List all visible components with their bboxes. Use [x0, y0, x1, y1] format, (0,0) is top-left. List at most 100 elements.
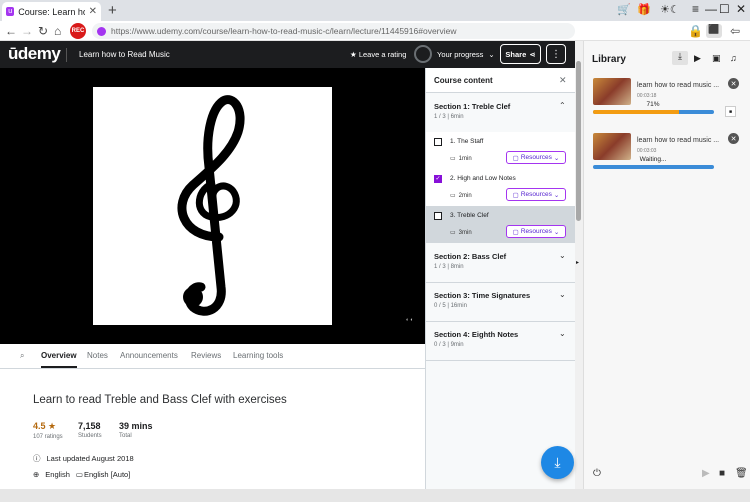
library-panel: Library ⤓ ▶ ▣ ♫ learn how to read music … — [583, 41, 750, 489]
search-icon[interactable]: ⌕ — [20, 351, 24, 361]
course-title[interactable]: Learn how to Read Music — [79, 50, 170, 59]
maximize-icon[interactable]: ☐ — [719, 2, 730, 16]
tab-notes[interactable]: Notes — [87, 351, 108, 360]
download-icon: ⤓ — [554, 454, 561, 470]
cart-icon[interactable]: 🛒 — [617, 3, 631, 16]
trash-icon[interactable]: 🗑 — [735, 468, 748, 479]
close-panel-icon[interactable]: ✕ — [559, 75, 567, 86]
back-icon[interactable]: ← — [5, 24, 17, 38]
captions-text: English [Auto] — [84, 470, 131, 479]
tab-reviews[interactable]: Reviews — [191, 351, 221, 360]
lecture-checkbox[interactable]: ✓ — [434, 175, 442, 183]
reload-icon[interactable]: ↻ — [38, 24, 48, 38]
close-tab-icon[interactable]: ✕ — [89, 6, 97, 17]
resources-button[interactable]: ▢ Resources ⌄ — [506, 225, 566, 238]
item-time: 00:03:03 — [637, 148, 657, 154]
last-updated-row: ⓘ Last updated August 2018 — [33, 453, 134, 464]
section-4[interactable]: Section 4: Eighth Notes 0 / 3 | 9min ⌄ — [426, 322, 576, 361]
share-button[interactable]: Share ⋖ — [500, 44, 541, 64]
item-time: 00:03:18 — [637, 93, 657, 99]
video-tab-icon[interactable]: ▶ — [694, 53, 701, 64]
resources-button[interactable]: ▢ Resources ⌄ — [506, 151, 566, 164]
item-status: Waiting... — [639, 156, 667, 163]
lock-icon[interactable]: 🔒 — [688, 24, 703, 38]
section-1[interactable]: Section 1: Treble Clef 1 / 3 | 6min ⌃ — [426, 94, 576, 132]
globe-icon: ⊕ — [33, 470, 40, 479]
home-icon[interactable]: ⌂ — [54, 24, 61, 38]
expand-arrow-icon[interactable]: ▸ — [576, 259, 579, 266]
udemy-logo[interactable]: ūdemy — [8, 44, 61, 64]
library-item[interactable]: learn how to read music ... 00:03:03 ✕ W… — [592, 133, 742, 179]
download-tab-icon[interactable]: ⤓ — [672, 51, 688, 65]
treble-clef-icon — [177, 95, 245, 316]
download-progress-bar — [593, 165, 714, 169]
page-scrollbar[interactable]: ▸ — [575, 41, 583, 489]
lecture-title: 3. Treble Clef — [450, 212, 489, 219]
more-vertical-icon: ⋮ — [551, 48, 561, 60]
remove-icon[interactable]: ✕ — [728, 78, 739, 89]
lecture-checkbox[interactable] — [434, 138, 442, 146]
library-item[interactable]: learn how to read music ... 00:03:18 ✕ 7… — [592, 78, 742, 124]
stop-button[interactable]: ■ — [725, 106, 736, 117]
lecture-title: 2. High and Low Notes — [450, 175, 516, 182]
star-icon: ★ — [350, 50, 357, 59]
progress-ring-icon — [414, 45, 432, 63]
play-all-icon[interactable]: ▶ — [702, 468, 710, 479]
section-3[interactable]: Section 3: Time Signatures 0 / 5 | 16min… — [426, 283, 576, 322]
share-icon: ⋖ — [529, 49, 536, 59]
menu-icon[interactable]: ≡ — [692, 2, 699, 16]
section-2[interactable]: Section 2: Bass Clef 1 / 3 | 8min ⌄ — [426, 244, 576, 283]
gift-icon[interactable]: 🎁 — [637, 3, 651, 16]
video-frame — [93, 87, 332, 325]
new-tab-icon[interactable]: + — [108, 2, 117, 19]
tab-overview[interactable]: Overview — [41, 351, 77, 368]
lecture-item[interactable]: ✓ 2. High and Low Notes ▭ 2min ▢ Resources… — [426, 169, 576, 206]
lecture-checkbox[interactable] — [434, 212, 442, 220]
browser-tab[interactable]: u Course: Learn how to ✕ — [2, 2, 101, 21]
close-window-icon[interactable]: ✕ — [736, 2, 746, 16]
remove-icon[interactable]: ✕ — [728, 133, 739, 144]
site-icon — [97, 26, 106, 36]
section-meta: 1 / 3 | 8min — [434, 264, 464, 270]
section-meta: 1 / 3 | 6min — [434, 114, 464, 120]
scrollbar-thumb[interactable] — [576, 61, 581, 221]
minimize-icon[interactable]: — — [705, 2, 717, 16]
folder-icon: ▢ — [512, 154, 519, 162]
language-text: English — [45, 470, 70, 479]
resources-label: Resources — [520, 154, 552, 161]
rating-value: 4.5 ★ — [33, 421, 57, 431]
video-player[interactable] — [0, 68, 425, 344]
more-options-button[interactable]: ⋮ — [546, 44, 566, 64]
url-text: https://www.udemy.com/course/learn-how-t… — [111, 26, 457, 36]
overview-panel: Learn to read Treble and Bass Clef with … — [0, 369, 425, 489]
chevron-up-icon: ⌃ — [559, 101, 566, 110]
sidebar-toggle-icon[interactable]: ⇦ — [730, 24, 740, 38]
video-icon: ▭ — [450, 193, 456, 199]
theme-toggle-icon[interactable]: ☀☾ — [660, 3, 680, 16]
total-stat: 39 mins Total — [119, 421, 153, 439]
film-tab-icon[interactable]: ▣ — [712, 53, 721, 64]
power-icon[interactable]: ⏻ — [593, 468, 601, 479]
lecture-item-current[interactable]: 3. Treble Clef ▭ 3min ▢ Resources ⌄ — [426, 206, 576, 243]
lecture-duration: ▭ 1min — [450, 155, 472, 163]
lecture-duration-text: 1min — [458, 155, 472, 162]
section-name: Section 2: Bass Clef — [434, 252, 507, 261]
forward-icon[interactable]: → — [21, 24, 33, 38]
audio-tab-icon[interactable]: ♫ — [730, 53, 737, 63]
chevron-down-icon: ⌄ — [559, 251, 566, 260]
item-name: learn how to read music ... — [637, 137, 720, 144]
download-button[interactable]: ⤓ — [541, 446, 574, 479]
lecture-item[interactable]: 1. The Staff ▭ 1min ▢ Resources ⌄ — [426, 132, 576, 169]
record-button[interactable]: REC — [70, 23, 86, 39]
stop-all-icon[interactable]: ■ — [719, 468, 725, 479]
tab-learning-tools[interactable]: Learning tools — [233, 351, 283, 360]
your-progress-button[interactable]: Your progress ⌄ — [414, 45, 495, 63]
video-icon: ▭ — [450, 156, 456, 162]
window-bottom-strip — [0, 489, 750, 502]
tab-title: Course: Learn how to — [18, 6, 84, 17]
extension-icon[interactable]: ⬛ — [706, 24, 722, 38]
address-bar[interactable]: https://www.udemy.com/course/learn-how-t… — [92, 23, 575, 39]
leave-rating-link[interactable]: ★ Leave a rating — [350, 50, 406, 59]
tab-announcements[interactable]: Announcements — [120, 351, 178, 360]
resources-button[interactable]: ▢ Resources ⌄ — [506, 188, 566, 201]
